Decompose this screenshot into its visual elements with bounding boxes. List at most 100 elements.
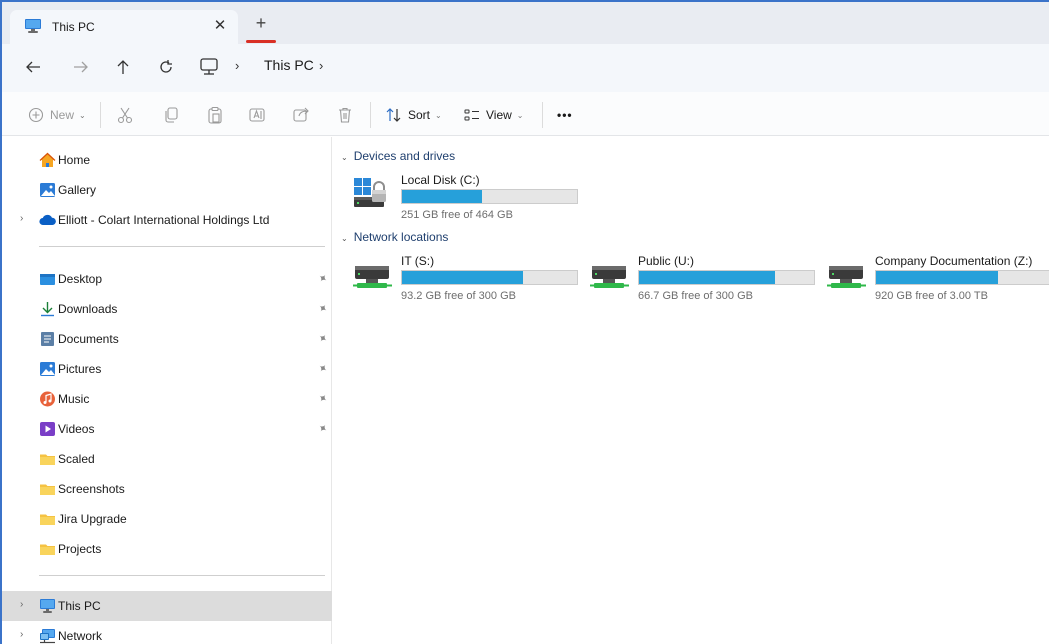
share-button[interactable] [292, 104, 310, 126]
onedrive-icon [39, 214, 56, 226]
drive-name: Public (U:) [638, 254, 695, 268]
drive-company-documentation-z[interactable]: Company Documentation (Z:) 920 GB free o… [827, 254, 1049, 310]
network-drive-icon [353, 266, 392, 288]
tab-strip: This PC ✕ + [2, 2, 1049, 44]
up-button[interactable] [112, 56, 134, 78]
sidebar-item-onedrive[interactable]: › Elliott - Colart International Holding… [2, 205, 332, 235]
new-button[interactable]: New ⌄ [28, 104, 86, 126]
sidebar-item-label: Music [58, 392, 90, 406]
toolbar-divider [542, 102, 543, 128]
sidebar-item-label: Screenshots [58, 482, 125, 496]
paste-icon [208, 106, 222, 124]
close-tab-icon[interactable]: ✕ [212, 17, 228, 35]
see-more-button[interactable]: ••• [557, 104, 573, 126]
folder-icon [40, 544, 55, 555]
sort-icon [386, 108, 401, 122]
rename-button[interactable] [248, 104, 266, 126]
view-list-icon [464, 109, 479, 121]
pin-icon[interactable]: ✦ [315, 421, 330, 436]
sidebar-item-label: Projects [58, 542, 102, 556]
sidebar-item-label: Home [58, 153, 91, 167]
pin-icon[interactable]: ✦ [315, 271, 330, 286]
cut-button[interactable] [116, 104, 134, 126]
sidebar-item-gallery[interactable]: Gallery [2, 175, 332, 205]
network-drive-icon [590, 266, 629, 288]
breadcrumb-separator-trailing[interactable]: › [319, 58, 323, 73]
chevron-down-icon: ⌄ [341, 234, 348, 243]
pictures-icon [40, 362, 55, 376]
drive-name: IT (S:) [401, 254, 435, 268]
chevron-right-icon[interactable]: › [20, 599, 23, 610]
sidebar-item-label: Videos [58, 422, 95, 436]
sidebar-item-projects[interactable]: Projects [2, 534, 332, 564]
chevron-right-icon[interactable]: › [20, 629, 23, 640]
arrow-right-icon [74, 61, 88, 73]
pin-icon[interactable]: ✦ [315, 301, 330, 316]
refresh-icon [160, 60, 172, 73]
drive-usage-fill [402, 190, 483, 203]
sidebar-item-downloads[interactable]: Downloads ✦ [2, 294, 332, 324]
copy-button[interactable] [162, 104, 180, 126]
sidebar-item-music[interactable]: Music ✦ [2, 384, 332, 414]
drive-free-space: 93.2 GB free of 300 GB [401, 290, 516, 302]
drive-free-space: 920 GB free of 3.00 TB [875, 290, 988, 302]
breadcrumb-separator[interactable]: › [235, 58, 239, 73]
pin-icon[interactable]: ✦ [315, 361, 330, 376]
desktop-folder-icon [40, 274, 55, 285]
sidebar-item-home[interactable]: Home [2, 145, 332, 175]
forward-button[interactable] [70, 56, 92, 78]
sidebar-item-label: Pictures [58, 362, 102, 376]
network-drive-icon [827, 266, 866, 288]
refresh-button[interactable] [155, 56, 177, 78]
share-icon [293, 107, 309, 122]
chevron-right-icon[interactable]: › [20, 213, 23, 224]
sidebar-item-label: Downloads [58, 302, 118, 316]
delete-button[interactable] [336, 104, 354, 126]
this-pc-icon [40, 599, 55, 613]
sidebar-item-this-pc[interactable]: › This PC [2, 591, 332, 621]
more-icon: ••• [557, 108, 573, 122]
group-header-devices[interactable]: ⌄ Devices and drives [341, 149, 455, 163]
sidebar-divider [39, 575, 325, 576]
view-button[interactable]: View ⌄ [464, 104, 524, 126]
drive-name: Company Documentation (Z:) [875, 254, 1033, 268]
folder-icon [40, 484, 55, 495]
sidebar-item-documents[interactable]: Documents ✦ [2, 324, 332, 354]
pin-icon[interactable]: ✦ [315, 391, 330, 406]
sidebar-item-label: Network [58, 629, 103, 643]
sidebar-item-screenshots[interactable]: Screenshots [2, 474, 332, 504]
sidebar-item-pictures[interactable]: Pictures ✦ [2, 354, 332, 384]
sidebar-item-label: Gallery [58, 183, 97, 197]
sidebar-item-scaled[interactable]: Scaled [2, 444, 332, 474]
rename-icon [249, 108, 265, 122]
arrow-up-icon [117, 60, 129, 74]
drive-free-space: 66.7 GB free of 300 GB [638, 290, 753, 302]
sidebar-item-network[interactable]: › Network [2, 621, 332, 644]
drive-it-s[interactable]: IT (S:) 93.2 GB free of 300 GB [353, 254, 583, 310]
sidebar-item-desktop[interactable]: Desktop ✦ [2, 264, 332, 294]
navigation-pane: Home Gallery › Elliott - Colart Internat… [2, 137, 332, 644]
drive-usage-fill [402, 271, 523, 284]
sidebar-item-videos[interactable]: Videos ✦ [2, 414, 332, 444]
tab-this-pc[interactable]: This PC ✕ [10, 10, 238, 44]
drive-local-disk-c[interactable]: Local Disk (C:) 251 GB free of 464 GB [353, 173, 583, 229]
music-icon [40, 391, 55, 407]
sort-button[interactable]: Sort ⌄ [386, 104, 442, 126]
group-header-label: Devices and drives [353, 149, 456, 163]
sidebar-item-label: Documents [58, 332, 119, 346]
drive-usage-fill [876, 271, 998, 284]
new-tab-highlight [246, 40, 276, 43]
paste-button[interactable] [206, 104, 224, 126]
trash-icon [339, 107, 351, 123]
group-header-network[interactable]: ⌄ Network locations [341, 230, 448, 244]
back-button[interactable] [22, 56, 44, 78]
sidebar-item-jira-upgrade[interactable]: Jira Upgrade [2, 504, 332, 534]
new-tab-button[interactable]: + [246, 10, 276, 38]
breadcrumb-this-pc[interactable]: This PC [264, 57, 314, 73]
new-label: New [50, 108, 75, 122]
pin-icon[interactable]: ✦ [315, 331, 330, 346]
toolbar-divider [100, 102, 101, 128]
folder-icon [40, 454, 55, 465]
computer-icon[interactable] [198, 56, 220, 78]
drive-public-u[interactable]: Public (U:) 66.7 GB free of 300 GB [590, 254, 820, 310]
